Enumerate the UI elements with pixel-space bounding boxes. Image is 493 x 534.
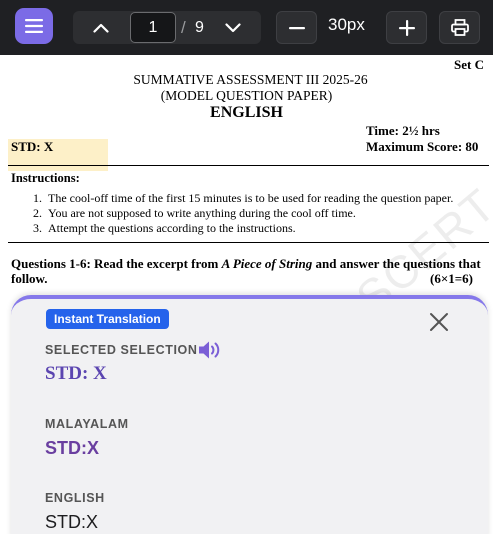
menu-button[interactable]: [15, 8, 53, 44]
subject-title: ENGLISH: [210, 104, 283, 121]
close-button[interactable]: [428, 311, 450, 333]
page-navigator: 1 / 9: [73, 11, 261, 44]
max-score-label: Maximum Score: 80: [366, 139, 479, 154]
english-translation: STD:X: [45, 512, 99, 532]
menu-icon: [25, 19, 43, 33]
plus-icon: [398, 19, 415, 36]
page-number-input[interactable]: 1: [130, 12, 176, 43]
instruction-item: 2. You are not supposed to write anything…: [33, 206, 356, 220]
question-marks: (6×1=6): [430, 271, 473, 286]
selected-text: STD: X: [45, 363, 107, 384]
pdf-toolbar: 1 / 9 30px: [0, 0, 493, 55]
instructions-title: Instructions:: [11, 171, 80, 185]
page-total: 9: [195, 19, 204, 36]
malayalam-translation: STD:X: [45, 438, 99, 458]
instruction-item: 3. Attempt the questions according to the…: [33, 221, 296, 235]
speaker-icon: [199, 341, 220, 359]
print-button[interactable]: [439, 11, 480, 44]
exam-title: SUMMATIVE ASSESSMENT III 2025-26: [133, 72, 368, 87]
close-icon: [430, 313, 448, 331]
page-separator: /: [181, 18, 186, 37]
set-label: Set C: [454, 57, 484, 72]
instruction-item: 1. The cool-off time of the first 15 minu…: [33, 191, 454, 205]
time-label: Time: 2½ hrs: [366, 123, 440, 138]
question-heading: Questions 1-6: Read the excerpt from A P…: [11, 256, 481, 286]
print-icon: [450, 19, 469, 36]
speak-button[interactable]: [197, 339, 223, 361]
chevron-down-icon: [225, 22, 241, 32]
divider: [8, 165, 489, 166]
std-label[interactable]: STD: X: [11, 139, 53, 155]
chevron-up-icon: [93, 23, 109, 33]
exam-subtitle: (MODEL QUESTION PAPER): [160, 88, 333, 103]
instant-translation-badge: Instant Translation: [46, 309, 169, 329]
selected-label: SELECTED SELECTION: [45, 343, 198, 357]
minus-icon: [288, 26, 305, 29]
zoom-in-button[interactable]: [386, 11, 427, 44]
malayalam-label: MALAYALAM: [45, 417, 129, 431]
divider: [8, 242, 489, 243]
previous-page-button[interactable]: [86, 11, 116, 44]
zoom-level: 30px: [328, 15, 365, 34]
next-page-button[interactable]: [218, 11, 248, 44]
translation-panel: Instant Translation SELECTED SELECTION S…: [11, 295, 488, 534]
english-label: ENGLISH: [45, 491, 105, 505]
zoom-out-button[interactable]: [276, 11, 317, 44]
